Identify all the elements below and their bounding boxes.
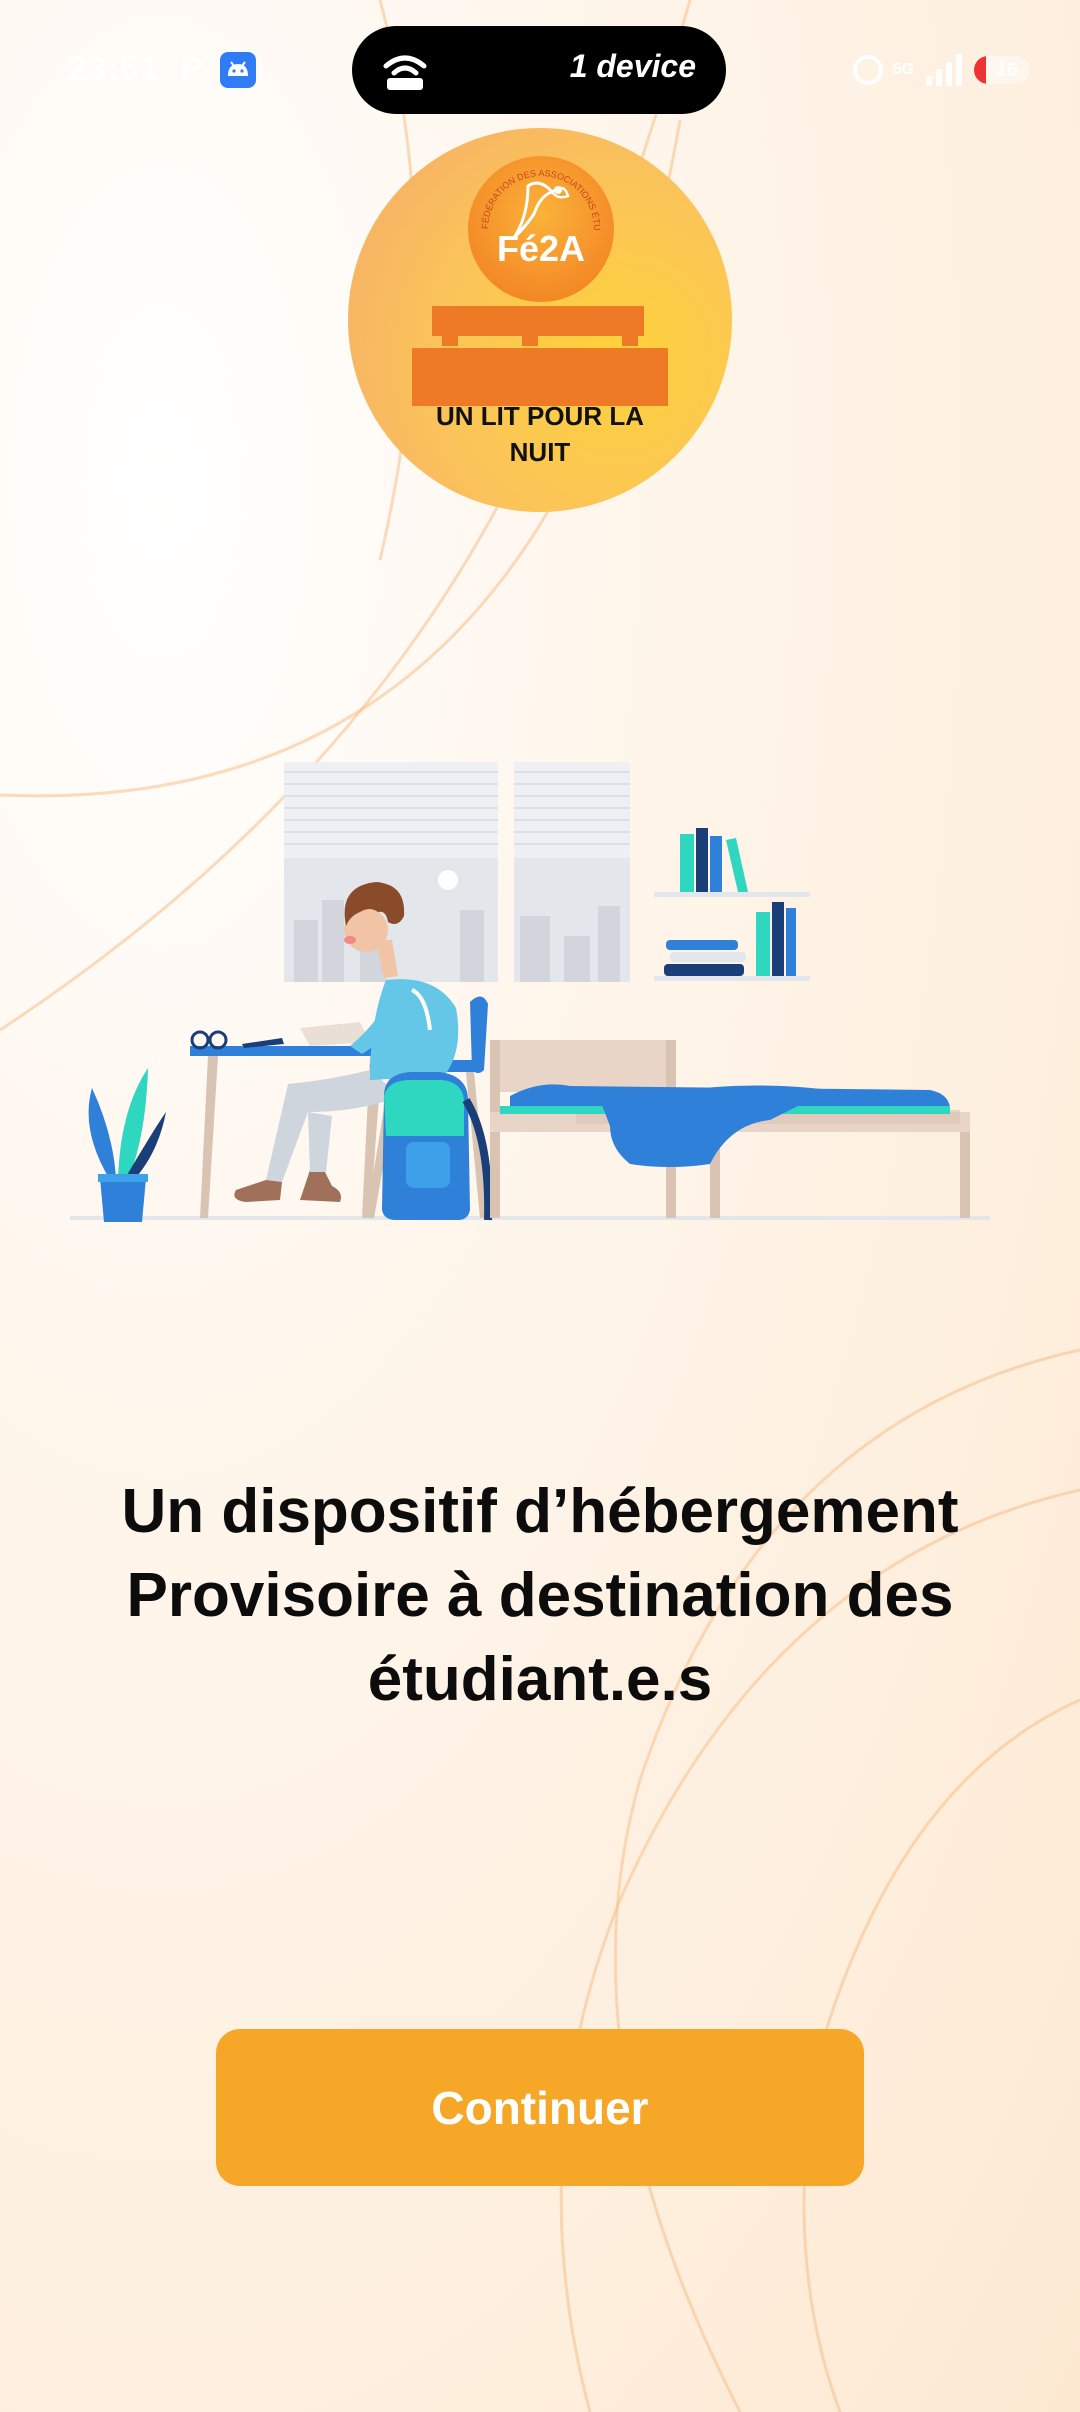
logo-ring-text: FÉDÉRATION DES ASSOCIATIONS ÉTUDIANTES D…: [468, 156, 602, 231]
logo-tagline: UN LIT POUR LA NUIT: [436, 401, 644, 467]
continue-button[interactable]: Continuer: [216, 2029, 864, 2186]
logo-brand: Fé2A: [496, 228, 586, 269]
hotspot-device-count: 1 device: [569, 48, 696, 84]
bed: [490, 1040, 970, 1218]
bookshelf: [654, 828, 810, 981]
hotspot-pill[interactable]: 1 device: [352, 26, 726, 114]
signal-icon: [924, 54, 964, 86]
app-logo: FÉDÉRATION DES ASSOCIATIONS ÉTUDIANTES D…: [348, 128, 732, 512]
onboarding-headline: Un dispositif d’hébergement Provisoire à…: [121, 1477, 959, 1714]
status-notification-letter: P: [180, 50, 203, 88]
battery-icon: 16: [974, 56, 1030, 84]
network-type: 5G: [892, 61, 914, 78]
window-blinds: [284, 762, 630, 982]
alarm-icon: [852, 55, 883, 85]
logo-emblem: FÉDÉRATION DES ASSOCIATIONS ÉTUDIANTES D…: [468, 156, 614, 302]
student-desk-illustration: [70, 762, 990, 1222]
plant: [88, 1068, 166, 1222]
wifi-hotspot-icon: [382, 48, 428, 92]
status-icons: 5G 16: [852, 52, 1030, 88]
battery-level: 16: [996, 59, 1019, 81]
android-icon: [220, 52, 256, 88]
status-bar: 23:51 P 1 device 5G 16: [0, 0, 1080, 140]
status-time: 23:51: [68, 50, 160, 88]
